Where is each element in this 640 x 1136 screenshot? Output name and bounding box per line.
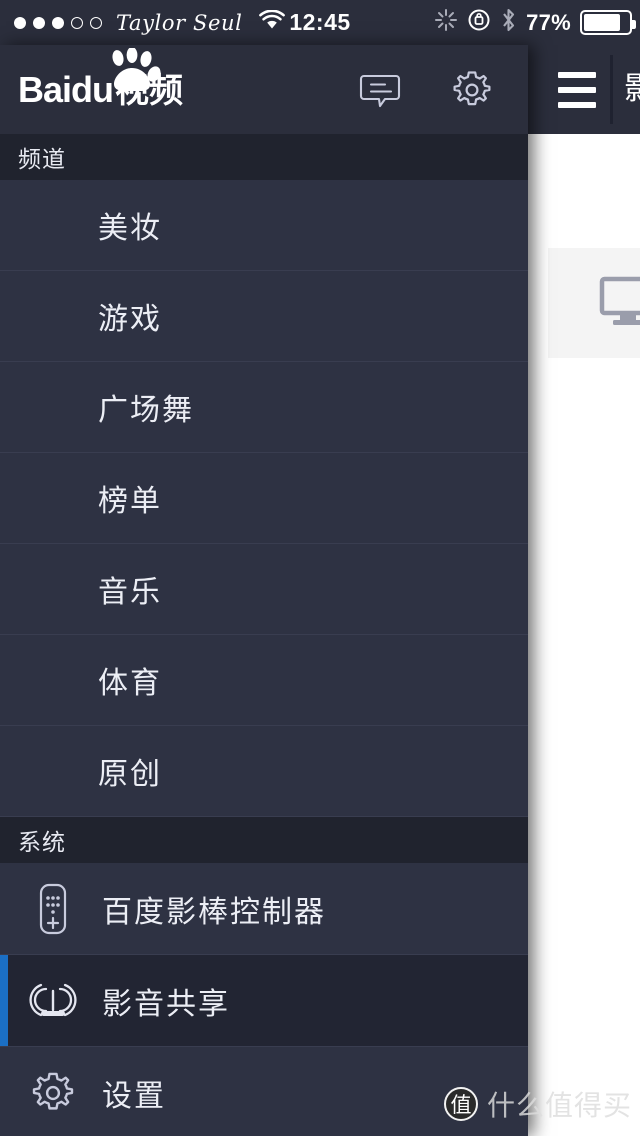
sidebar-item-label: 百度影棒控制器 — [102, 895, 326, 929]
watermark-badge: 值 — [443, 1087, 478, 1121]
cast-broadcast-icon — [26, 977, 80, 1025]
section-header-system: 系统 — [0, 817, 528, 863]
logo-brand: Bai — [18, 68, 72, 110]
status-bar: Taylor Seul 12:45 77% — [0, 0, 640, 45]
sidebar-item-sports[interactable]: 体育 — [0, 635, 528, 726]
sidebar-item-games[interactable]: 游戏 — [0, 271, 528, 362]
watermark-text: 什么值得买 — [486, 1090, 632, 1121]
sidebar-item-media-sharing[interactable]: 影音共享 — [0, 955, 528, 1047]
app-screen: Taylor Seul 12:45 77% Bai du 视频 频道 美妆 游戏… — [0, 0, 640, 1136]
sidebar-item-music[interactable]: 音乐 — [0, 544, 528, 635]
status-bar-right: 77% — [434, 7, 636, 38]
sidebar-item-remote-controller[interactable]: 百度影棒控制器 — [0, 863, 528, 955]
gear-icon[interactable] — [450, 68, 494, 112]
rotation-lock-icon — [467, 8, 491, 37]
gear-icon — [26, 1069, 80, 1117]
sidebar-item-label: 设置 — [102, 1079, 166, 1113]
baidu-video-logo: Bai du 视频 — [18, 46, 183, 110]
sidebar-item-original[interactable]: 原创 — [0, 726, 528, 817]
watermark: 值 什么值得买 — [443, 1084, 632, 1124]
baidu-paw-icon — [102, 46, 162, 92]
content-panel: 影音共享 — [528, 45, 640, 1136]
remote-control-icon — [26, 881, 80, 937]
section-header-channels: 频道 — [0, 134, 528, 180]
drawer-header: Bai du 视频 — [0, 45, 528, 134]
hamburger-menu-icon[interactable] — [558, 71, 596, 108]
sidebar-item-label: 影音共享 — [102, 987, 230, 1021]
message-icon[interactable] — [358, 68, 402, 112]
navigation-drawer: Bai du 视频 频道 美妆 游戏 广场舞 榜单 音乐 体育 原创 系统 百度… — [0, 45, 528, 1136]
bluetooth-icon — [500, 7, 517, 38]
monitor-icon — [596, 273, 640, 334]
battery-icon — [580, 10, 636, 35]
device-placeholder-card — [548, 248, 640, 358]
battery-percent-label: 77% — [526, 9, 571, 35]
content-topbar: 影音共享 — [528, 45, 640, 134]
drawer-header-actions — [358, 68, 494, 112]
sidebar-item-beauty[interactable]: 美妆 — [0, 180, 528, 271]
sync-spinner-icon — [434, 8, 458, 37]
sidebar-item-squaredance[interactable]: 广场舞 — [0, 362, 528, 453]
sidebar-item-rankings[interactable]: 榜单 — [0, 453, 528, 544]
topbar-divider — [610, 55, 613, 124]
page-title: 影音共享 — [624, 73, 640, 106]
